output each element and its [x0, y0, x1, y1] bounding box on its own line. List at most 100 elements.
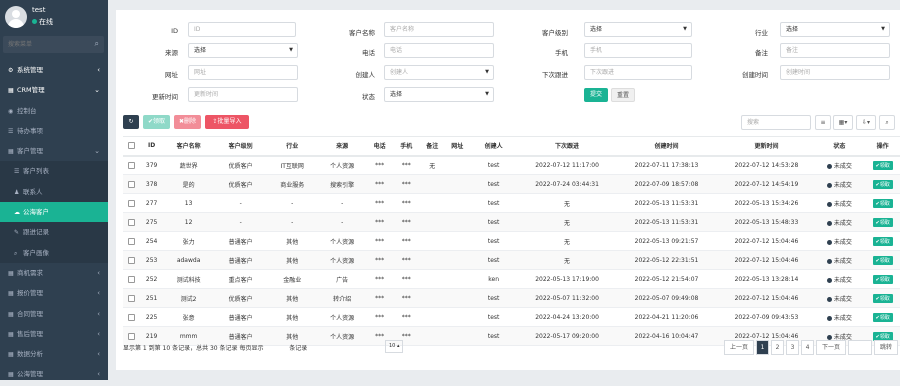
sidebar-item-14[interactable]: ▦ 数据分析 ‹ — [0, 344, 108, 364]
phone-field[interactable]: 电话 — [384, 43, 494, 58]
sidebar-item-11[interactable]: ▦ 报价管理 ‹ — [0, 283, 108, 303]
id-field[interactable]: ID — [188, 22, 296, 37]
receive-row-button[interactable]: ✔领取 — [872, 179, 893, 189]
sidebar-item-10[interactable]: ▦ 商机需求 ‹ — [0, 263, 108, 283]
sidebar-item-8[interactable]: ✎ 跟进记录 — [0, 222, 108, 243]
sidebar-item-6[interactable]: ♟ 联系人 — [0, 181, 108, 203]
sidebar-item-5[interactable]: ☰ 客户列表 — [0, 161, 108, 182]
page-2-button[interactable]: 2 — [771, 340, 784, 355]
row-checkbox[interactable] — [128, 332, 136, 340]
page-size-select[interactable]: 10 ▴ — [385, 340, 403, 353]
table-row[interactable]: 252 测试科技 重点客户 金融业 广告 *** *** ken 2022-05-13 17:1… — [123, 269, 900, 289]
row-checkbox[interactable] — [128, 180, 136, 188]
table-row[interactable]: 378 是的 优质客户 商业服务 搜索引擎 *** *** test 2022-07-24 03… — [123, 174, 900, 194]
receive-row-button[interactable]: ✔领取 — [872, 293, 893, 303]
row-checkbox[interactable] — [128, 256, 136, 264]
row-checkbox[interactable] — [128, 313, 136, 321]
import-button[interactable]: ⇪批量导入 — [205, 115, 249, 129]
sidebar-item-9[interactable]: ⌕ 客户画像 — [0, 242, 108, 263]
page-1-button[interactable]: 1 — [756, 340, 769, 355]
column-header[interactable]: 行业 — [266, 136, 318, 157]
jump-page-input[interactable] — [848, 340, 872, 355]
table-cell: test — [469, 250, 518, 270]
column-header[interactable]: 手机 — [392, 136, 420, 157]
sidebar-item-2[interactable]: ◉ 控制台 — [0, 101, 108, 121]
source-select[interactable]: 选择 ▼ — [188, 43, 298, 58]
export-icon[interactable]: ⇩▾ — [856, 115, 876, 130]
column-header[interactable]: 客户名称 — [162, 136, 215, 157]
delete-button[interactable]: ✖删除 — [174, 115, 201, 129]
column-header[interactable]: 备注 — [419, 136, 445, 157]
table-row[interactable]: 225 张意 普通客户 其他 个人资源 *** *** test 2022-04-24 13:2… — [123, 307, 900, 327]
column-header[interactable]: 创建人 — [469, 136, 518, 157]
table-search-field[interactable]: 搜索 — [741, 115, 811, 130]
created-time-field[interactable]: 创建时间 — [780, 65, 890, 80]
updated-time-field[interactable]: 更新时间 — [188, 87, 298, 102]
receive-row-button[interactable]: ✔领取 — [872, 274, 893, 284]
level-select[interactable]: 选择 ▼ — [584, 22, 692, 37]
receive-row-button[interactable]: ✔领取 — [872, 312, 893, 322]
row-checkbox[interactable] — [128, 294, 136, 302]
receive-row-button[interactable]: ✔领取 — [872, 236, 893, 246]
row-checkbox[interactable] — [128, 199, 136, 207]
receive-row-button[interactable]: ✔领取 — [872, 198, 893, 208]
mobile-field[interactable]: 手机 — [584, 43, 692, 58]
receive-row-button[interactable]: ✔领取 — [872, 217, 893, 227]
sidebar-item-1[interactable]: ▦ CRM管理 ⌄ — [0, 80, 108, 100]
sidebar-item-13[interactable]: ▦ 售后管理 ‹ — [0, 324, 108, 344]
next-followup-field[interactable]: 下次跟进 — [584, 65, 692, 80]
sidebar-item-label: 客户列表 — [23, 167, 49, 176]
customer-name-field[interactable]: 客户名称 — [384, 22, 494, 37]
select-all-checkbox[interactable] — [123, 136, 141, 157]
receive-button[interactable]: ✔领取 — [143, 115, 170, 129]
jump-button[interactable]: 跳转 — [874, 340, 898, 355]
industry-select[interactable]: 选择 ▼ — [780, 22, 890, 37]
sidebar-item-15[interactable]: ▦ 公海管理 ‹ — [0, 364, 108, 384]
column-header[interactable]: 电话 — [366, 136, 393, 157]
column-header[interactable]: ID — [140, 136, 163, 157]
sidebar-item-4[interactable]: ▦ 客户管理 ⌄ — [0, 141, 108, 161]
columns-icon[interactable]: ▦▾ — [833, 115, 853, 130]
sidebar-item-3[interactable]: ☰ 待办事项 — [0, 121, 108, 141]
column-header[interactable]: 来源 — [317, 136, 367, 157]
url-field[interactable]: 网址 — [188, 65, 298, 80]
column-header[interactable]: 创建时间 — [616, 136, 717, 157]
row-checkbox[interactable] — [128, 218, 136, 226]
search-icon[interactable]: ⌕ — [879, 115, 895, 130]
row-checkbox[interactable] — [128, 161, 136, 169]
sidebar-item-12[interactable]: ▦ 合同管理 ‹ — [0, 304, 108, 324]
note-field[interactable]: 备注 — [780, 43, 890, 58]
submit-button[interactable]: 提交 — [584, 88, 608, 102]
receive-row-button[interactable]: ✔领取 — [872, 255, 893, 265]
search-icon[interactable]: ⌕ — [95, 39, 99, 49]
reset-button[interactable]: 重置 — [611, 88, 635, 102]
table-row[interactable]: 253 adawda 普通客户 其他 个人资源 *** *** test 无 2022-05-12… — [123, 250, 900, 270]
chevron-icon: ‹ — [97, 370, 100, 379]
avatar[interactable] — [5, 6, 27, 28]
table-row[interactable]: 277 13- - - *** *** test 无 2022-05-13 11:53:31 20… — [123, 193, 900, 213]
column-header[interactable]: 更新时间 — [716, 136, 817, 157]
receive-row-button[interactable]: ✔领取 — [872, 160, 893, 170]
column-header[interactable]: 状态 — [816, 136, 863, 157]
row-checkbox[interactable] — [128, 275, 136, 283]
page-3-button[interactable]: 3 — [786, 340, 799, 355]
refresh-button[interactable]: ↻ — [123, 115, 139, 129]
sidebar-item-7[interactable]: ☁ 公海客户 — [0, 202, 108, 223]
page-4-button[interactable]: 4 — [801, 340, 814, 355]
column-header[interactable]: 网址 — [444, 136, 470, 157]
sidebar-item-0[interactable]: ⚙ 系统管理 ‹ — [0, 60, 108, 80]
list-view-icon[interactable]: ≡ — [815, 115, 831, 130]
table-row[interactable]: 275 12- - - *** *** test 无 2022-05-13 11:53:31 20… — [123, 212, 900, 232]
creator-select[interactable]: 创建人 ▼ — [384, 65, 494, 80]
table-row[interactable]: 251 测试2 优质客户 其他 转介绍 *** *** test 2022-05-07 11:3… — [123, 288, 900, 308]
menu-search-input[interactable] — [3, 36, 104, 53]
row-checkbox[interactable] — [128, 237, 136, 245]
table-row[interactable]: 254 张力 普通客户 其他 个人资源 *** *** test 无 2022-05-13 09:… — [123, 231, 900, 251]
next-page-button[interactable]: 下一页 — [816, 340, 846, 355]
table-row[interactable]: 379 蔬世界 优质客户 IT互联网 个人资源 *** *** 无 test 2022-07-12… — [123, 155, 900, 175]
state-select[interactable]: 选择 ▼ — [384, 87, 494, 102]
prev-page-button[interactable]: 上一页 — [724, 340, 754, 355]
column-header[interactable]: 下次跟进 — [517, 136, 617, 157]
column-header[interactable]: 客户级别 — [214, 136, 267, 157]
column-header[interactable]: 操作 — [862, 136, 900, 157]
